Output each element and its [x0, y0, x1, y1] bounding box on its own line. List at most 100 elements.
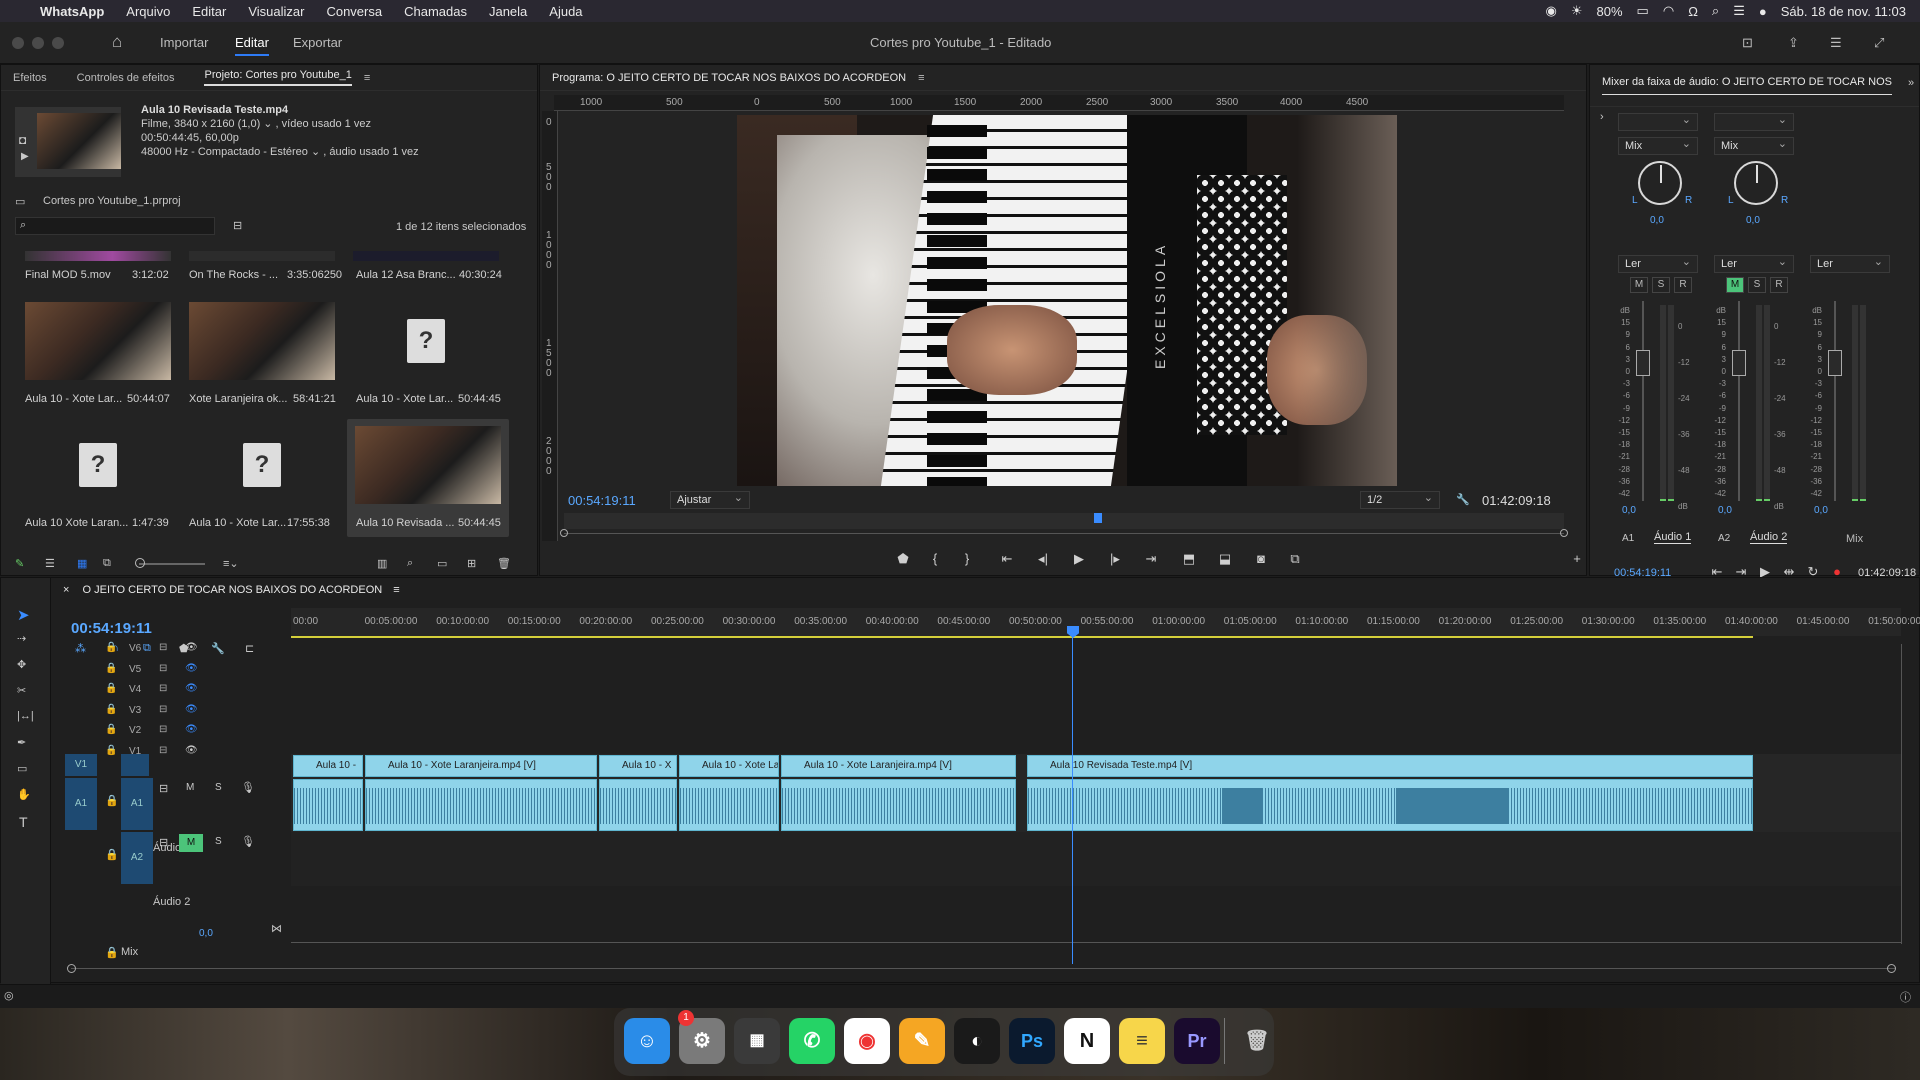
panel-menu-icon[interactable]: ≡ — [393, 584, 399, 596]
play-icon[interactable]: ▶ — [1070, 550, 1088, 568]
menu-ajuda[interactable]: Ajuda — [549, 4, 582, 19]
clip-preview-thumbnail[interactable]: ◘ ▶ — [15, 107, 121, 177]
tab-exportar[interactable]: Exportar — [293, 35, 342, 50]
trash-bin-icon[interactable]: 🗑 — [1234, 1018, 1280, 1064]
channel-1-fader-handle[interactable] — [1636, 350, 1650, 376]
menu-chamadas[interactable]: Chamadas — [404, 4, 467, 19]
zoom-scroll-handle-left[interactable] — [560, 529, 568, 537]
window-close-button[interactable] — [12, 37, 24, 49]
sort-icon[interactable]: ≡⌄ — [223, 557, 239, 570]
a2-mute-button-active[interactable]: M — [179, 834, 203, 852]
home-icon[interactable]: ⌂ — [112, 32, 122, 52]
mini-timeline[interactable] — [564, 513, 1564, 529]
channel-2-level-value[interactable]: 0,0 — [1718, 505, 1732, 516]
sync-lock-icon[interactable]: ⊟ — [159, 745, 167, 756]
a2-voiceover-mic-icon[interactable]: 🎙 — [241, 835, 255, 848]
expand-panels-icon[interactable]: » — [1908, 77, 1914, 89]
clip-name[interactable]: On The Rocks - ... — [189, 269, 278, 281]
clip-name[interactable]: Xote Laranjeira ok... — [189, 393, 287, 405]
headphones-icon[interactable]: Ω — [1688, 4, 1698, 19]
battery-icon[interactable]: ▭ — [1637, 3, 1649, 19]
clip-thumbnail[interactable]: ? — [189, 426, 335, 504]
a1-mute-button[interactable]: M — [186, 782, 194, 793]
finder-icon[interactable]: ☺ — [624, 1018, 670, 1064]
screen-record-icon[interactable]: ◉ — [1546, 3, 1557, 19]
video-track-header[interactable]: 🔒 V5 ⊟ 👁 — [101, 660, 281, 680]
sequence-tab[interactable]: × O JEITO CERTO DE TOCAR NOS BAIXOS DO A… — [63, 584, 400, 596]
poster-frame-camera-icon[interactable]: ◘ — [19, 133, 26, 147]
audio-clip[interactable] — [365, 779, 597, 831]
mix-fader-track[interactable] — [1834, 301, 1836, 501]
toggle-track-output-icon[interactable]: 👁 — [185, 704, 198, 715]
toggle-track-output-icon[interactable]: 👁 — [185, 642, 198, 653]
sync-lock-icon[interactable]: ⊟ — [159, 663, 167, 674]
video-clip[interactable]: Aula 10 - X — [599, 755, 677, 777]
slip-tool-icon[interactable]: |↔| — [17, 710, 34, 722]
razor-tool-icon[interactable]: ✂ — [17, 684, 26, 697]
clip-name[interactable]: Final MOD 5.mov — [25, 269, 111, 281]
tab-importar[interactable]: Importar — [160, 35, 208, 50]
project-search-input[interactable]: ⌕ — [15, 217, 215, 235]
tab-efeitos[interactable]: Efeitos — [13, 72, 47, 84]
audio-clip[interactable] — [781, 779, 1016, 831]
channel-2-fader-track[interactable] — [1738, 301, 1740, 501]
zoom-scroll-handle-right[interactable] — [1560, 529, 1568, 537]
mark-in-icon[interactable]: { — [926, 550, 944, 568]
sync-lock-icon[interactable]: ⊟ — [159, 782, 168, 795]
track-label[interactable]: V6 — [129, 643, 141, 654]
tab-controles-efeitos[interactable]: Controles de efeitos — [77, 72, 175, 84]
video-track-header[interactable]: 🔒 V4 ⊟ 👁 — [101, 680, 281, 700]
clip-thumbnail[interactable]: ? — [353, 302, 499, 380]
type-tool-icon[interactable]: T — [19, 814, 28, 830]
program-playhead[interactable] — [1094, 513, 1102, 523]
channel-2-solo-button[interactable]: S — [1748, 277, 1766, 293]
toggle-track-output-icon[interactable]: 👁 — [185, 745, 198, 756]
program-monitor-title[interactable]: Programa: O JEITO CERTO DE TOCAR NOS BAI… — [552, 72, 906, 84]
sync-lock-icon[interactable]: ⊟ — [159, 836, 168, 849]
channel-1-pan-knob[interactable] — [1638, 161, 1682, 205]
notion-icon[interactable]: N — [1064, 1018, 1110, 1064]
lock-track-icon[interactable]: 🔒 — [105, 642, 117, 653]
add-marker-icon[interactable]: ⬟ — [894, 550, 912, 568]
trash-icon[interactable]: 🗑 — [497, 557, 511, 570]
channel-2-input-dropdown[interactable] — [1714, 112, 1794, 131]
fullscreen-icon[interactable]: ⤢ — [1874, 35, 1884, 51]
tab-projeto[interactable]: Projeto: Cortes pro Youtube_1 — [204, 69, 352, 86]
channel-2-mode-dropdown[interactable]: Mix — [1714, 136, 1794, 155]
wifi-icon[interactable]: ◠ — [1663, 3, 1674, 19]
timeline-ruler[interactable]: 00:00 00:05:00:00 00:10:00:00 00:15:00:00 00… — [291, 608, 1920, 636]
program-video-frame[interactable]: EXCELSIOLA — [737, 115, 1397, 486]
video-clip[interactable]: Aula 10 Revisada Teste.mp4 [V] — [1027, 755, 1753, 777]
video-track-header[interactable]: 🔒 V6 ⊟ 👁 — [101, 639, 281, 659]
toggle-track-output-icon[interactable]: 👁 — [185, 683, 198, 694]
window-minimize-button[interactable] — [32, 37, 44, 49]
a2-solo-button[interactable]: S — [215, 836, 222, 847]
audio-clip[interactable] — [599, 779, 677, 831]
clip-name[interactable]: Aula 12 Asa Branc... — [356, 269, 456, 281]
video-clip[interactable]: Aula 10 - Xote Laranjeira.mp4 [V] — [781, 755, 1016, 777]
ripple-edit-tool-icon[interactable]: ✥ — [17, 658, 26, 671]
source-patch-a1[interactable]: A1 — [65, 778, 97, 830]
share-icon[interactable]: ⇪ — [1788, 35, 1799, 51]
sync-lock-icon[interactable]: ⊟ — [159, 642, 167, 653]
video-track-header[interactable]: 🔒 V2 ⊟ 👁 — [101, 721, 281, 741]
quick-export-icon[interactable]: ⊡ — [1742, 35, 1753, 51]
lock-track-icon[interactable]: 🔒 — [105, 683, 117, 694]
audio-clip[interactable] — [679, 779, 779, 831]
siri-icon[interactable]: ● — [1759, 4, 1767, 19]
button-editor-icon[interactable]: + — [1568, 550, 1586, 568]
channel-1-input-dropdown[interactable] — [1618, 112, 1698, 131]
clip-thumbnail[interactable] — [25, 302, 171, 380]
channel-1-record-button[interactable]: R — [1674, 277, 1692, 293]
pages-icon[interactable]: ✎ — [899, 1018, 945, 1064]
lock-track-icon[interactable]: 🔒 — [105, 794, 119, 807]
list-view-icon[interactable]: ☰ — [45, 557, 55, 570]
step-forward-icon[interactable]: |▸ — [1106, 550, 1124, 568]
timeline-timecode[interactable]: 00:54:19:11 — [71, 620, 152, 637]
mix-level-value[interactable]: 0,0 — [1814, 505, 1828, 516]
program-timecode[interactable]: 00:54:19:11 — [568, 493, 636, 508]
progress-indicator-icon[interactable]: ◎ — [4, 989, 14, 1002]
panel-menu-icon[interactable]: ≡ — [364, 72, 370, 84]
channel-2-record-button[interactable]: R — [1770, 277, 1788, 293]
work-area-bar[interactable] — [291, 636, 1753, 638]
